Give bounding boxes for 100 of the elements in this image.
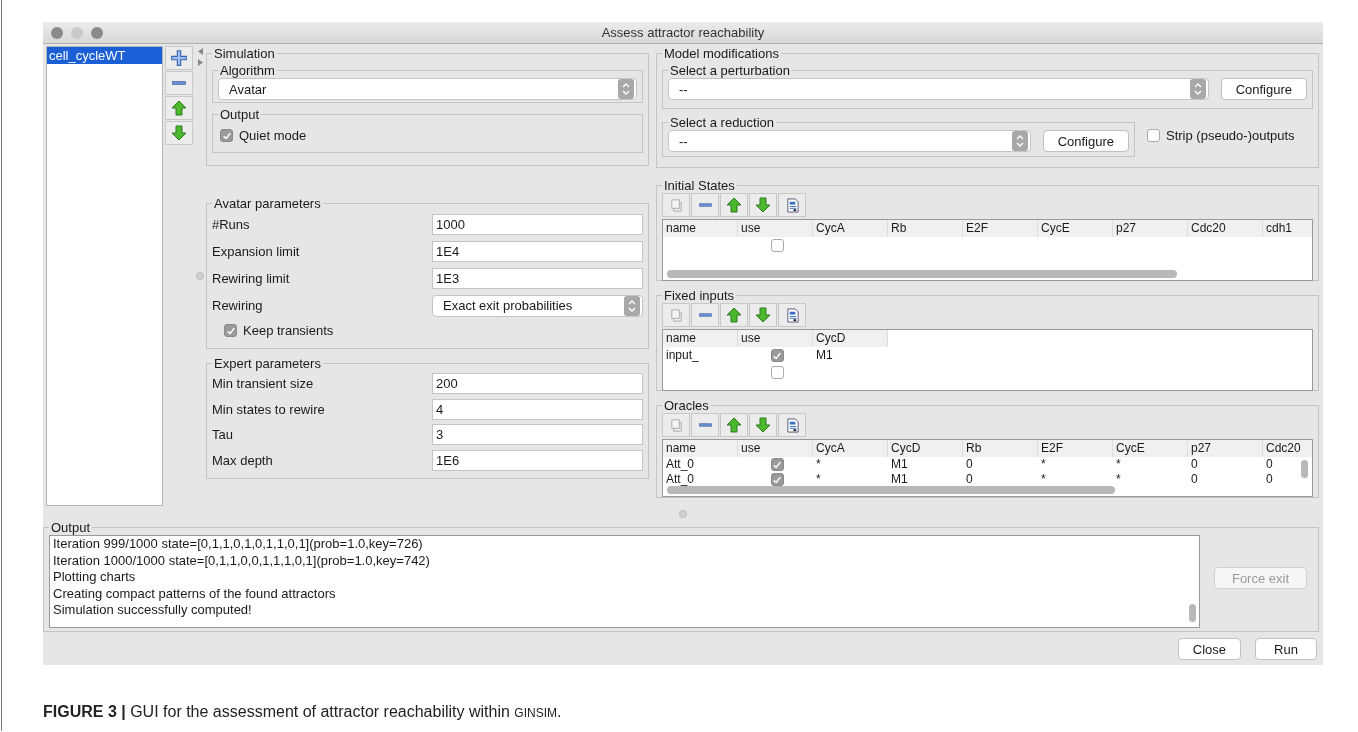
- input-field[interactable]: 200: [432, 373, 643, 395]
- column-header[interactable]: CycA: [813, 220, 888, 237]
- input-field[interactable]: 1E4: [432, 241, 643, 262]
- down-arrow-icon: [171, 125, 187, 141]
- export-button[interactable]: [778, 193, 806, 217]
- table-cell: 0: [1191, 457, 1198, 471]
- scrollbar-thumb[interactable]: [1301, 460, 1308, 478]
- column-header[interactable]: CycE: [1113, 440, 1188, 457]
- column-header[interactable]: use: [738, 220, 813, 237]
- column-header[interactable]: cdh1: [1263, 220, 1312, 237]
- table-cell: Att_0: [666, 472, 695, 486]
- input-field[interactable]: 1E3: [432, 268, 643, 289]
- dropdown[interactable]: --: [668, 130, 1031, 152]
- table-cell: *: [1116, 472, 1121, 486]
- column-header[interactable]: Cdc20: [1188, 220, 1263, 237]
- configure-button[interactable]: Configure: [1042, 130, 1129, 152]
- dropdown[interactable]: Exact exit probabilities: [432, 294, 643, 317]
- group-title: Simulation: [213, 46, 276, 61]
- remove-button[interactable]: [691, 413, 719, 437]
- minus-icon: [698, 423, 712, 427]
- group-title: Fixed inputs: [663, 288, 736, 303]
- scrollbar-thumb[interactable]: [667, 270, 1177, 278]
- move-down-button[interactable]: [165, 121, 193, 145]
- configure-button[interactable]: Configure: [1220, 78, 1307, 100]
- column-header[interactable]: CycD: [888, 440, 963, 457]
- dialog-button[interactable]: Run: [1255, 638, 1317, 660]
- column-header[interactable]: name: [663, 220, 738, 237]
- splitter-handle-icon[interactable]: [679, 510, 687, 518]
- dropdown[interactable]: Avatar: [218, 78, 637, 100]
- minus-icon: [172, 81, 186, 85]
- log-line: Iteration 1000/1000 state=[0,1,1,0,0,1,1,1,0,1](prob=1.0,key=742): [53, 552, 430, 569]
- move-up-button[interactable]: [720, 193, 748, 217]
- copy-icon: [668, 307, 684, 323]
- column-header[interactable]: Rb: [963, 440, 1038, 457]
- input-field[interactable]: 4: [432, 398, 643, 420]
- minus-icon: [698, 313, 712, 317]
- checkbox[interactable]: [770, 239, 784, 252]
- remove-button[interactable]: [165, 71, 193, 95]
- column-header[interactable]: use: [738, 440, 813, 457]
- splitter-handle-icon[interactable]: [195, 272, 204, 280]
- checkbox[interactable]: [770, 473, 784, 486]
- scrollbar-thumb[interactable]: [1189, 604, 1196, 622]
- input-field[interactable]: 3: [432, 424, 643, 446]
- column-header[interactable]: CycE: [1038, 220, 1113, 237]
- column-header[interactable]: CycA: [813, 440, 888, 457]
- export-button[interactable]: [778, 303, 806, 327]
- table-cell: 0: [1191, 472, 1198, 486]
- column-header[interactable]: p27: [1188, 440, 1263, 457]
- column-header[interactable]: CycD: [813, 330, 888, 347]
- remove-button[interactable]: [691, 193, 719, 217]
- table-cell: input_: [666, 348, 699, 362]
- export-button[interactable]: [778, 413, 806, 437]
- move-down-button[interactable]: [749, 303, 777, 327]
- close-button[interactable]: [51, 26, 63, 39]
- splitter-arrows-icon[interactable]: [195, 47, 204, 67]
- checkbox[interactable]: [770, 349, 784, 362]
- checkbox[interactable]: [224, 324, 237, 337]
- window-title: Assess attractor reachability: [600, 25, 766, 40]
- group-title: Expert parameters: [213, 356, 322, 371]
- column-header[interactable]: p27: [1113, 220, 1188, 237]
- move-down-button[interactable]: [749, 193, 777, 217]
- scrollbar-thumb[interactable]: [667, 486, 1115, 494]
- move-up-button[interactable]: [720, 303, 748, 327]
- field-label: #Runs: [212, 217, 250, 232]
- dropdown[interactable]: --: [668, 78, 1209, 100]
- checkbox[interactable]: [1147, 128, 1160, 142]
- move-down-button[interactable]: [749, 413, 777, 437]
- group-title: Initial States: [663, 178, 736, 193]
- document-icon: [784, 197, 800, 213]
- column-header[interactable]: use: [738, 330, 813, 347]
- move-up-button[interactable]: [165, 96, 193, 120]
- stepper-icon: [618, 79, 634, 99]
- add-button[interactable]: [165, 46, 193, 70]
- list-item[interactable]: cell_cycleWT: [47, 47, 162, 64]
- duplicate-button[interactable]: [662, 413, 690, 437]
- group-title: Avatar parameters: [213, 196, 322, 211]
- duplicate-button[interactable]: [662, 303, 690, 327]
- checkbox[interactable]: [770, 458, 784, 471]
- plus-icon: [170, 49, 188, 67]
- checkbox[interactable]: [770, 366, 784, 379]
- duplicate-button[interactable]: [662, 193, 690, 217]
- column-header[interactable]: Rb: [888, 220, 963, 237]
- table-cell: *: [1116, 457, 1121, 471]
- stepper-icon: [1011, 131, 1028, 151]
- move-up-button[interactable]: [720, 413, 748, 437]
- stepper-icon: [624, 295, 640, 316]
- checkbox-label: Quiet mode: [239, 128, 307, 143]
- remove-button[interactable]: [691, 303, 719, 327]
- input-field[interactable]: 1E6: [432, 449, 643, 471]
- checkbox[interactable]: [220, 129, 233, 142]
- column-header[interactable]: Cdc20: [1263, 440, 1312, 457]
- column-header[interactable]: name: [663, 440, 738, 457]
- stepper-icon: [1189, 79, 1206, 99]
- column-header[interactable]: E2F: [1038, 440, 1113, 457]
- column-header[interactable]: name: [663, 330, 738, 347]
- column-header[interactable]: E2F: [963, 220, 1038, 237]
- input-field[interactable]: 1000: [432, 214, 643, 235]
- group-title: Output: [219, 107, 261, 122]
- zoom-button[interactable]: [91, 26, 103, 39]
- dialog-button[interactable]: Close: [1177, 638, 1241, 660]
